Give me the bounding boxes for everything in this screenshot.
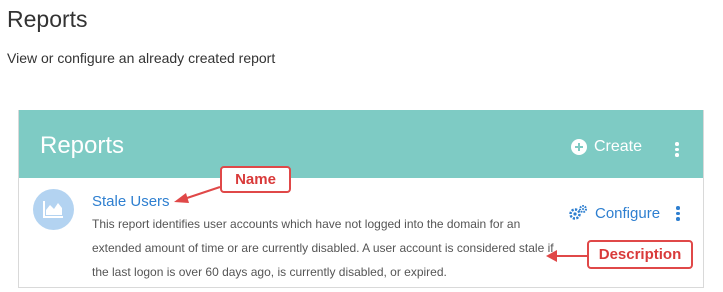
header-more-menu-icon[interactable] [675,142,679,157]
configure-button-label: Configure [595,204,661,222]
report-more-menu-icon[interactable] [676,206,680,221]
report-description: This report identifies user accounts whi… [92,217,554,279]
card-title: Reports [40,132,125,159]
report-name-link[interactable]: Stale Users [92,193,170,210]
create-button-label: Create [594,138,643,155]
name-callout: Name [220,166,291,193]
page-subtitle: View or configure an already created rep… [7,50,276,66]
card-header: Reports Create [19,110,703,178]
gears-icon [569,205,587,220]
plus-circle-icon [571,139,587,155]
create-button[interactable]: Create [571,138,642,156]
page-title: Reports [7,6,88,32]
area-chart-icon [43,201,63,218]
configure-button[interactable]: Configure [568,204,660,222]
report-avatar [33,189,74,230]
description-callout: Description [587,240,693,269]
